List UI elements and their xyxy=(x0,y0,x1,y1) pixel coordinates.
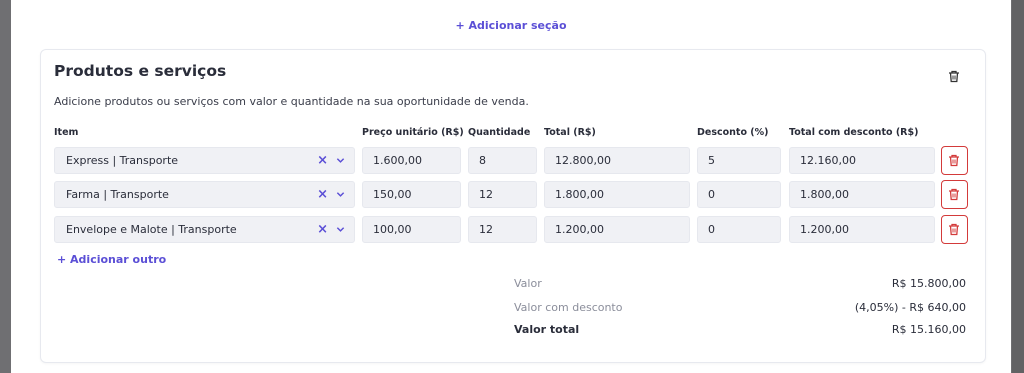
close-icon[interactable]: × xyxy=(317,217,328,242)
quantity-input[interactable]: 12 xyxy=(468,181,537,208)
summary-value-label: Valor xyxy=(514,277,542,290)
summary-discount-label: Valor com desconto xyxy=(514,301,623,314)
chevron-down-icon[interactable] xyxy=(336,156,345,165)
summary-total-value: R$ 15.160,00 xyxy=(891,323,966,336)
unit-price-input[interactable]: 1.600,00 xyxy=(362,147,461,174)
header-total-discount: Total com desconto (R$) xyxy=(789,127,919,138)
header-quantity: Quantidade xyxy=(468,127,531,138)
quantity-input[interactable]: 8 xyxy=(468,147,537,174)
chevron-down-icon[interactable] xyxy=(336,190,345,199)
header-item: Item xyxy=(54,127,79,138)
header-unit-price: Preço unitário (R$) xyxy=(362,127,464,138)
trash-icon xyxy=(949,223,959,236)
header-total: Total (R$) xyxy=(544,127,596,138)
total-discount-value: 12.160,00 xyxy=(789,147,935,174)
modal-panel: + Adicionar seção Produtos e serviços Ad… xyxy=(11,0,1011,373)
modal-backdrop xyxy=(1012,0,1024,373)
close-icon[interactable]: × xyxy=(317,182,328,207)
item-value: Express | Transporte xyxy=(66,154,179,167)
item-select[interactable]: Envelope e Malote | Transporte × xyxy=(54,216,355,243)
discount-input[interactable]: 5 xyxy=(697,147,781,174)
close-icon[interactable]: × xyxy=(317,148,328,173)
chevron-down-icon[interactable] xyxy=(336,225,345,234)
unit-price-input[interactable]: 150,00 xyxy=(362,181,461,208)
item-select[interactable]: Farma | Transporte × xyxy=(54,181,355,208)
item-value: Farma | Transporte xyxy=(66,188,169,201)
header-discount: Desconto (%) xyxy=(697,127,769,138)
add-other-button[interactable]: + Adicionar outro xyxy=(57,253,166,266)
add-section-button[interactable]: + Adicionar seção xyxy=(11,19,1011,32)
summary-value: R$ 15.800,00 xyxy=(891,277,966,290)
total-value: 1.200,00 xyxy=(544,216,690,243)
card-title: Produtos e serviços xyxy=(54,62,227,80)
total-discount-value: 1.800,00 xyxy=(789,181,935,208)
trash-icon xyxy=(949,154,959,167)
quantity-input[interactable]: 12 xyxy=(468,216,537,243)
total-value: 1.800,00 xyxy=(544,181,690,208)
trash-icon[interactable] xyxy=(948,68,962,83)
total-value: 12.800,00 xyxy=(544,147,690,174)
total-discount-value: 1.200,00 xyxy=(789,216,935,243)
item-value: Envelope e Malote | Transporte xyxy=(66,223,237,236)
item-select[interactable]: Express | Transporte × xyxy=(54,147,355,174)
discount-input[interactable]: 0 xyxy=(697,216,781,243)
add-section-label[interactable]: + Adicionar seção xyxy=(455,19,566,32)
trash-icon xyxy=(949,188,959,201)
unit-price-input[interactable]: 100,00 xyxy=(362,216,461,243)
summary-discount-value: (4,05%) - R$ 640,00 xyxy=(854,301,966,314)
discount-input[interactable]: 0 xyxy=(697,181,781,208)
delete-row-button[interactable] xyxy=(941,215,968,244)
delete-row-button[interactable] xyxy=(941,146,968,175)
card-description: Adicione produtos ou serviços com valor … xyxy=(54,95,529,108)
products-services-card: Produtos e serviços Adicione produtos ou… xyxy=(40,49,986,363)
summary-total-label: Valor total xyxy=(514,323,580,336)
delete-row-button[interactable] xyxy=(941,180,968,209)
